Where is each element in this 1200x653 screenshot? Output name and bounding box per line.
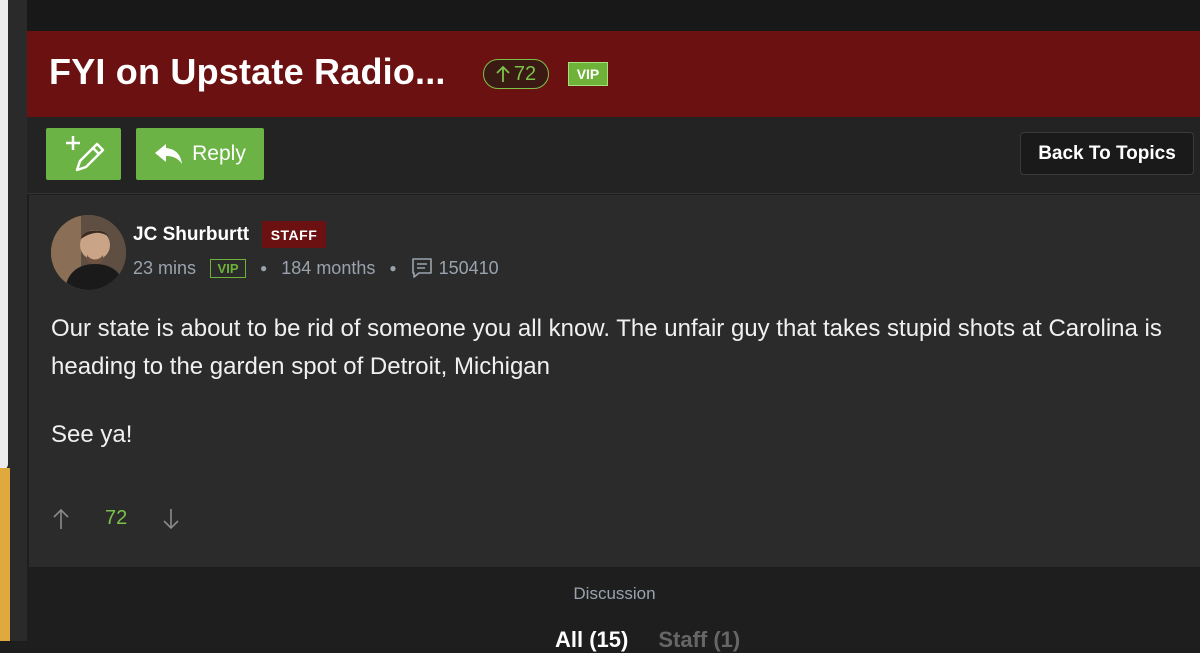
left-edge-light: [0, 0, 8, 470]
topic-toolbar: Reply Back To Topics: [27, 117, 1200, 194]
post-body: Our state is about to be rid of someone …: [51, 310, 1170, 484]
arrow-up-icon: [496, 65, 510, 82]
staff-badge: STAFF: [262, 221, 326, 248]
topic-vote-pill: 72: [483, 59, 549, 89]
member-vip-badge: VIP: [210, 258, 247, 278]
post-time: 23 mins: [133, 257, 197, 278]
comment-icon: [411, 258, 432, 278]
back-to-topics-button[interactable]: Back To Topics: [1020, 132, 1194, 175]
post-vote-count: 72: [105, 507, 128, 529]
post-paragraph: See ya!: [51, 421, 133, 448]
post-card: JC Shurburtt STAFF 23 mins VIP ● 184 mon…: [29, 195, 1200, 567]
discussion-footer: Discussion All (15) Staff (1): [29, 567, 1200, 652]
avatar-photo: [51, 215, 126, 290]
avatar[interactable]: [51, 215, 126, 290]
tab-staff[interactable]: Staff (1): [658, 627, 740, 653]
downvote-icon[interactable]: [163, 508, 179, 530]
topic-title: FYI on Upstate Radio...: [49, 51, 446, 92]
left-edge-orange: [0, 468, 10, 641]
topic-header: FYI on Upstate Radio... 72 VIP: [27, 31, 1200, 117]
discussion-label: Discussion: [573, 584, 656, 603]
tab-all[interactable]: All (15): [555, 627, 628, 653]
post-votes: 72: [53, 507, 179, 530]
reply-arrow-icon: [155, 144, 183, 164]
new-topic-button[interactable]: [46, 128, 121, 180]
post-paragraph: Our state is about to be rid of someone …: [51, 315, 1162, 380]
topic-vote-count: 72: [513, 62, 537, 85]
top-bar: [27, 0, 1200, 31]
post-count: 150410: [438, 257, 499, 278]
reply-button[interactable]: Reply: [136, 128, 264, 180]
pencil-plus-icon: [65, 136, 104, 172]
post-meta: 23 mins VIP ● 184 months ● 150410: [133, 257, 499, 279]
author-name[interactable]: JC Shurburtt: [133, 224, 249, 246]
discussion-tabs: All (15) Staff (1): [555, 627, 740, 653]
left-edge: [0, 0, 27, 641]
vip-badge: VIP: [568, 62, 608, 86]
member-tenure: 184 months: [281, 257, 376, 278]
separator-dot: ●: [389, 261, 397, 275]
upvote-icon[interactable]: [53, 508, 69, 530]
separator-dot: ●: [260, 261, 268, 275]
reply-label: Reply: [192, 142, 246, 165]
